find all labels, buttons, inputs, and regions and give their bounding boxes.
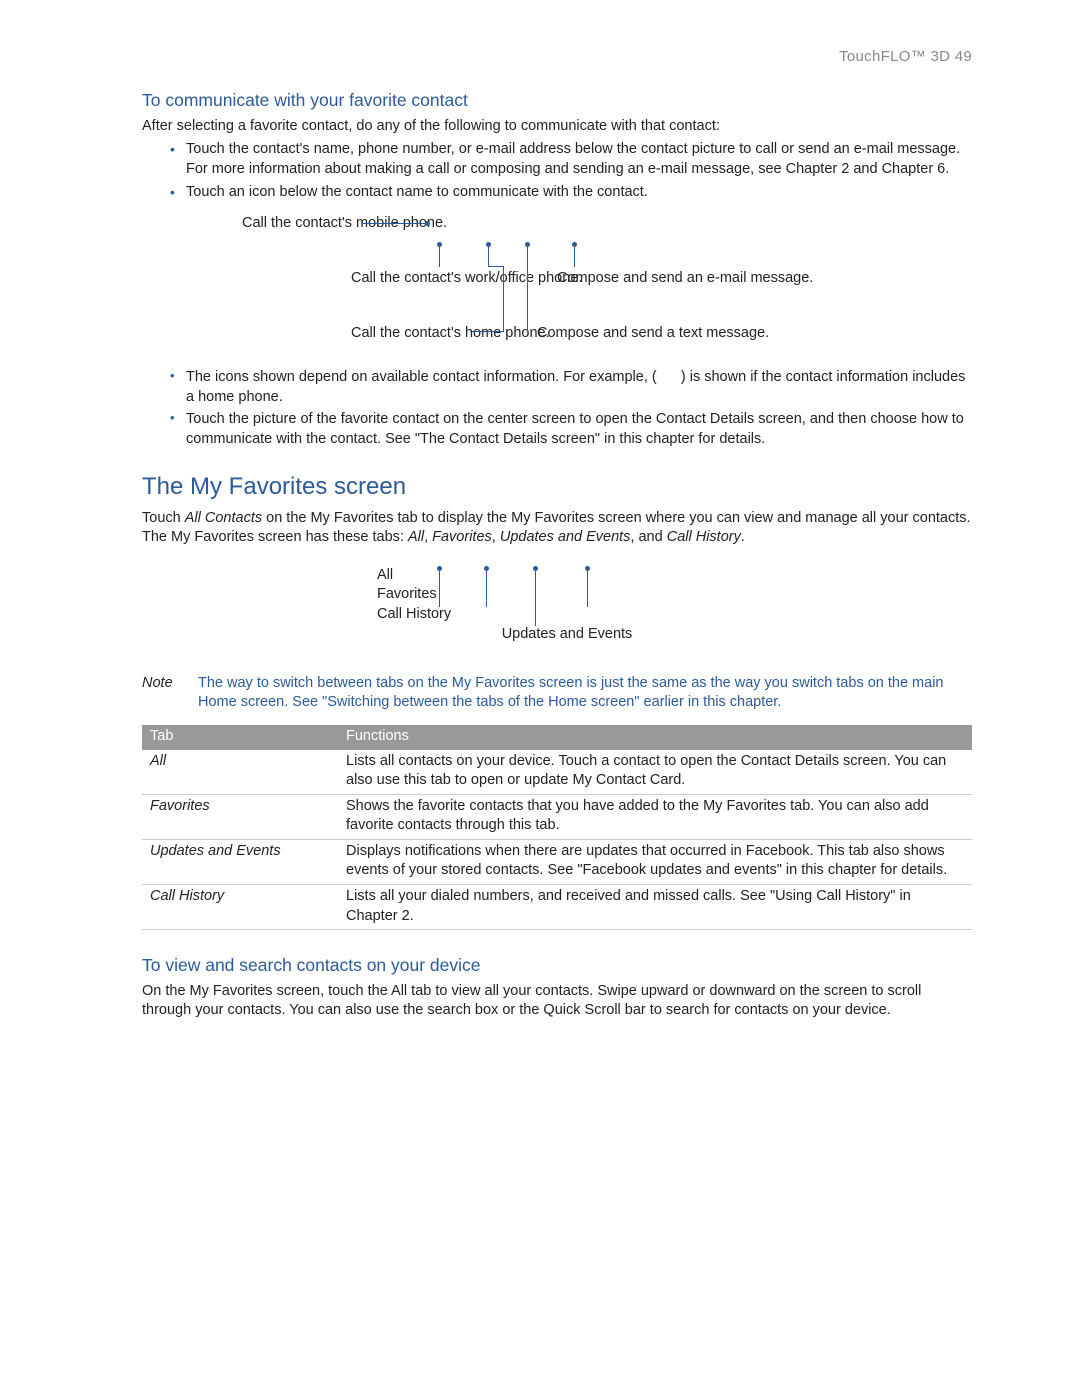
tab-label-favorites: Favorites: [377, 585, 737, 605]
table-cell-func: Shows the favorite contacts that you hav…: [338, 794, 972, 839]
paragraph: Touch All Contacts on the My Favorites t…: [142, 509, 972, 548]
text: , and: [630, 529, 666, 545]
text-italic: All Contacts: [185, 510, 262, 526]
bullet-item: Touch an icon below the contact name to …: [186, 183, 972, 203]
tabs-functions-table: Tab Functions All Lists all contacts on …: [142, 725, 972, 930]
text: ,: [492, 529, 500, 545]
heading-my-favorites: The My Favorites screen: [142, 471, 972, 503]
callout-home: Call the contact's home phone.: [351, 324, 550, 342]
page-number: 49: [950, 48, 972, 65]
paragraph: On the My Favorites screen, touch the Al…: [142, 982, 972, 1021]
callout-line: [503, 267, 504, 332]
table-row: Updates and Events Displays notification…: [142, 839, 972, 884]
table-header-tab: Tab: [142, 725, 338, 750]
contact-icons-callout: Call the contact's mobile phone. Call th…: [242, 214, 972, 364]
callout-text: Compose and send a text message.: [537, 324, 769, 342]
table-row: All Lists all contacts on your device. T…: [142, 750, 972, 795]
paragraph: After selecting a favorite contact, do a…: [142, 117, 972, 137]
callout-line: [439, 569, 440, 607]
document-page: TouchFLO™ 3D 49 To communicate with your…: [0, 0, 1080, 1397]
table-cell-tab: Updates and Events: [142, 839, 338, 884]
tab-label-all: All: [377, 566, 737, 586]
bullet-list: The icons shown depend on available cont…: [142, 368, 972, 449]
text-italic: Call History: [667, 529, 741, 545]
table-row: Call History Lists all your dialed numbe…: [142, 884, 972, 929]
callout-line: [362, 223, 425, 224]
tab-label-history: Call History: [377, 605, 737, 625]
text-italic: Updates and Events: [500, 529, 631, 545]
indent-para: The icons shown depend on available cont…: [186, 368, 972, 407]
table-cell-func: Displays notifications when there are up…: [338, 839, 972, 884]
table-cell-func: Lists all contacts on your device. Touch…: [338, 750, 972, 795]
text: The icons shown depend on available cont…: [186, 369, 657, 385]
table-cell-func: Lists all your dialed numbers, and recei…: [338, 884, 972, 929]
callout-line: [574, 245, 575, 267]
callout-work: Call the contact's work/office phone.: [351, 269, 582, 287]
heading-view-search: To view and search contacts on your devi…: [142, 954, 972, 978]
bullet-item: Touch the picture of the favorite contac…: [186, 410, 972, 449]
text: ,: [424, 529, 432, 545]
heading-communicate: To communicate with your favorite contac…: [142, 89, 972, 113]
callout-line: [527, 245, 528, 332]
callout-line: [486, 569, 487, 607]
page-header: TouchFLO™ 3D 49: [142, 47, 972, 67]
table-cell-tab: Call History: [142, 884, 338, 929]
text: .: [741, 529, 745, 545]
text: Touch: [142, 510, 185, 526]
table-cell-tab: All: [142, 750, 338, 795]
callout-line: [470, 331, 503, 332]
callout-line: [587, 569, 588, 607]
table-row: Favorites Shows the favorite contacts th…: [142, 794, 972, 839]
tabs-callout: All Favorites Call History Updates and E…: [377, 566, 737, 666]
callout-line: [488, 266, 504, 267]
callout-email: Compose and send an e-mail message.: [557, 269, 813, 287]
note-block: Note The way to switch between tabs on t…: [142, 674, 972, 713]
section-name: TouchFLO™ 3D: [839, 48, 950, 65]
note-body: The way to switch between tabs on the My…: [198, 674, 972, 713]
bullet-list: Touch the contact's name, phone number, …: [142, 140, 972, 202]
text-italic: Favorites: [432, 529, 492, 545]
bullet-item: Touch the contact's name, phone number, …: [186, 140, 972, 179]
callout-line: [535, 569, 536, 626]
note-label: Note: [142, 674, 186, 713]
text-italic: All: [408, 529, 424, 545]
callout-line: [488, 245, 489, 267]
tab-label-updates: Updates and Events: [377, 625, 757, 645]
callout-line: [439, 245, 440, 267]
table-cell-tab: Favorites: [142, 794, 338, 839]
table-header-functions: Functions: [338, 725, 972, 750]
table-header-row: Tab Functions: [142, 725, 972, 750]
